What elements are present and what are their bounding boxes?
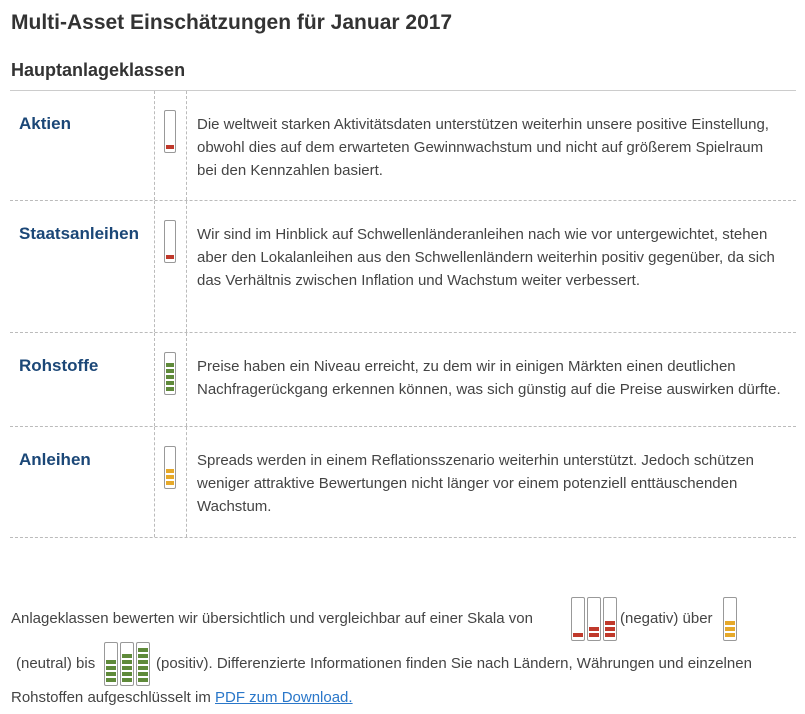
scale-segment <box>138 654 148 658</box>
scale-segment <box>589 627 599 631</box>
rating-segment <box>166 475 174 479</box>
rating-segment <box>166 369 174 373</box>
footer-neutral-label: (neutral) bis <box>16 654 95 674</box>
asset-row-anleihen: Anleihen Spreads werden in einem Reflati… <box>10 427 796 538</box>
rating-segment <box>166 469 174 473</box>
asset-row-aktien: Aktien Die weltweit starken Aktivitätsda… <box>10 91 796 201</box>
rating-gauge-icon <box>164 352 176 395</box>
pdf-download-link[interactable]: PDF zum Download. <box>215 689 353 706</box>
scale-segment <box>138 672 148 676</box>
scale-segment <box>106 678 116 682</box>
footer-line-3: Rohstoffen aufgeschlüsselt im PDF zum Do… <box>11 688 353 708</box>
scale-segment <box>605 621 615 625</box>
scale-segment <box>725 633 735 637</box>
footer-text: Rohstoffen aufgeschlüsselt im <box>11 689 211 706</box>
scale-segment <box>122 654 132 658</box>
rating-gauge-icon <box>164 446 176 489</box>
scale-negative-icon-1 <box>571 597 585 641</box>
rating-segment <box>166 375 174 379</box>
rating-cell <box>155 427 187 537</box>
scale-segment <box>605 633 615 637</box>
asset-name: Staatsanleihen <box>10 201 155 332</box>
negative-label: (negativ) über <box>620 610 713 627</box>
page-title: Multi-Asset Einschätzungen für Januar 20… <box>11 11 453 34</box>
scale-positive-icon-1 <box>104 642 118 686</box>
rating-segment <box>166 363 174 367</box>
scale-segment <box>725 627 735 631</box>
asset-row-rohstoffe: Rohstoffe Preise haben ein Niveau erreic… <box>10 333 796 427</box>
footer-negative-label: (negativ) über <box>620 609 713 629</box>
rating-cell <box>155 91 187 200</box>
scale-segment <box>589 633 599 637</box>
scale-segment <box>106 666 116 670</box>
scale-segment <box>138 666 148 670</box>
asset-name: Rohstoffe <box>10 333 155 426</box>
scale-segment <box>106 672 116 676</box>
asset-description: Preise haben ein Niveau erreicht, zu dem… <box>197 358 781 398</box>
asset-row-staatsanleihen: Staatsanleihen Wir sind im Hinblick auf … <box>10 201 796 333</box>
asset-description: Spreads werden in einem Reflationsszenar… <box>197 452 754 515</box>
rating-gauge-icon <box>164 220 176 263</box>
scale-segment <box>138 660 148 664</box>
scale-negative-icon-3 <box>603 597 617 641</box>
footer-text: Anlageklassen bewerten wir übersichtlich… <box>11 610 533 627</box>
asset-name: Anleihen <box>10 427 155 537</box>
scale-segment <box>573 633 583 637</box>
scale-positive-icon-2 <box>120 642 134 686</box>
footer-line-1: Anlageklassen bewerten wir übersichtlich… <box>11 609 533 629</box>
asset-description: Die weltweit starken Aktivitätsdaten unt… <box>197 116 769 179</box>
rating-segment <box>166 255 174 259</box>
scale-segment <box>138 678 148 682</box>
scale-negative-icon-2 <box>587 597 601 641</box>
scale-segment <box>106 660 116 664</box>
rating-cell <box>155 333 187 426</box>
scale-segment <box>122 660 132 664</box>
scale-positive-icon-3 <box>136 642 150 686</box>
footer-text: (positiv). Differenzierte Informationen … <box>156 655 752 672</box>
rating-segment <box>166 145 174 149</box>
rating-segment <box>166 387 174 391</box>
asset-name: Aktien <box>10 91 155 200</box>
rating-segment <box>166 381 174 385</box>
neutral-label: (neutral) bis <box>16 655 96 672</box>
rating-gauge-icon <box>164 110 176 153</box>
scale-segment <box>725 621 735 625</box>
scale-neutral-icon <box>723 597 737 641</box>
scale-segment <box>122 672 132 676</box>
page: Multi-Asset Einschätzungen für Januar 20… <box>0 0 805 714</box>
asset-description: Wir sind im Hinblick auf Schwellenländer… <box>197 226 775 289</box>
scale-segment <box>605 627 615 631</box>
footer-line-2: (positiv). Differenzierte Informationen … <box>156 654 752 674</box>
scale-segment <box>122 666 132 670</box>
scale-segment <box>122 678 132 682</box>
asset-table: Aktien Die weltweit starken Aktivitätsda… <box>10 90 796 538</box>
section-title: Hauptanlageklassen <box>11 60 186 80</box>
scale-segment <box>138 648 148 652</box>
rating-cell <box>155 201 187 332</box>
rating-segment <box>166 481 174 485</box>
